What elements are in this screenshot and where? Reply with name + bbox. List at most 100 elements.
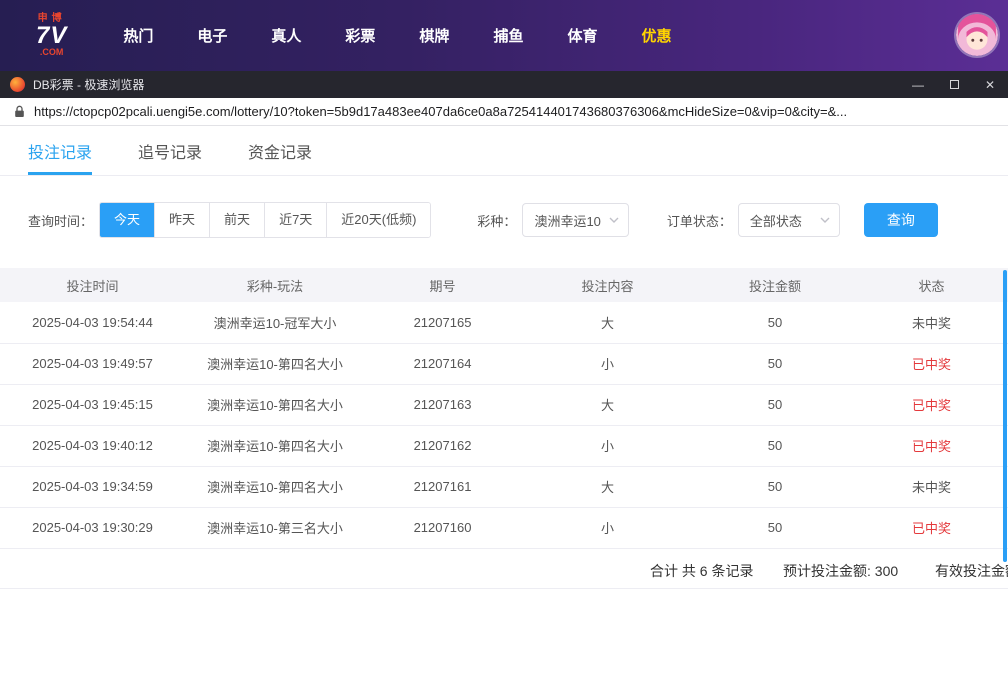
bet-content-cell: 小 xyxy=(520,343,695,384)
issue-cell: 21207165 xyxy=(365,302,520,343)
chevron-down-icon xyxy=(820,217,830,223)
issue-cell: 21207164 xyxy=(365,343,520,384)
summary-valid-amount: 有效投注金额 xyxy=(935,561,1008,581)
summary-expected-amount: 预计投注金额: 300 xyxy=(783,561,898,581)
issue-cell: 21207163 xyxy=(365,384,520,425)
table-summary: 合计 共 6 条记录 预计投注金额: 300 有效投注金额 xyxy=(0,549,1008,589)
vertical-scrollbar[interactable] xyxy=(1003,270,1007,562)
bet-content-cell: 小 xyxy=(520,425,695,466)
time-filter-label: 查询时间： xyxy=(28,211,93,230)
game-play-cell: 澳洲幸运10-冠军大小 xyxy=(185,302,365,343)
maximize-icon xyxy=(950,80,959,89)
browser-app-icon xyxy=(10,77,25,92)
browser-titlebar: DB彩票 - 极速浏览器 — ✕ xyxy=(0,71,1008,98)
time-option-20days[interactable]: 近20天(低频) xyxy=(326,203,430,237)
tab-fund-records[interactable]: 资金记录 xyxy=(248,126,312,175)
bet-time-cell: 2025-04-03 19:45:15 xyxy=(0,384,185,425)
window-controls: — ✕ xyxy=(900,71,1008,98)
bet-content-cell: 小 xyxy=(520,507,695,548)
site-logo[interactable]: 申博 7V .COM xyxy=(36,14,67,57)
time-option-yesterday[interactable]: 昨天 xyxy=(154,203,209,237)
table-header-row: 投注时间 彩种-玩法 期号 投注内容 投注金额 状态 xyxy=(0,268,1008,302)
nav-item-cards[interactable]: 棋牌 xyxy=(397,25,471,46)
status-cell: 已中奖 xyxy=(855,507,1008,548)
bet-content-cell: 大 xyxy=(520,466,695,507)
table-row: 2025-04-03 19:40:12澳洲幸运10-第四名大小21207162小… xyxy=(0,425,1008,466)
close-button[interactable]: ✕ xyxy=(972,71,1008,98)
tab-bet-records[interactable]: 投注记录 xyxy=(28,126,92,175)
nav-item-lottery[interactable]: 彩票 xyxy=(323,25,397,46)
nav-item-sports[interactable]: 体育 xyxy=(545,25,619,46)
status-cell: 已中奖 xyxy=(855,425,1008,466)
status-cell: 未中奖 xyxy=(855,302,1008,343)
status-filter-label: 订单状态： xyxy=(667,211,732,230)
issue-cell: 21207160 xyxy=(365,507,520,548)
table-row: 2025-04-03 19:49:57澳洲幸运10-第四名大小21207164小… xyxy=(0,343,1008,384)
header-bet-amount: 投注金额 xyxy=(695,268,855,302)
game-play-cell: 澳洲幸运10-第三名大小 xyxy=(185,507,365,548)
logo-suffix-text: .COM xyxy=(40,48,64,57)
table-row: 2025-04-03 19:54:44澳洲幸运10-冠军大小21207165大5… xyxy=(0,302,1008,343)
issue-cell: 21207161 xyxy=(365,466,520,507)
header-issue: 期号 xyxy=(365,268,520,302)
bet-content-cell: 大 xyxy=(520,302,695,343)
lottery-filter-label: 彩种： xyxy=(477,211,516,230)
header-game-play: 彩种-玩法 xyxy=(185,268,365,302)
header-bet-time: 投注时间 xyxy=(0,268,185,302)
summary-total: 合计 共 6 条记录 xyxy=(650,561,753,581)
status-cell: 已中奖 xyxy=(855,343,1008,384)
chevron-down-icon xyxy=(609,217,619,223)
time-option-daybefore[interactable]: 前天 xyxy=(209,203,264,237)
bet-amount-cell: 50 xyxy=(695,343,855,384)
bet-time-cell: 2025-04-03 19:54:44 xyxy=(0,302,185,343)
nav-item-slots[interactable]: 电子 xyxy=(175,25,249,46)
lock-icon xyxy=(14,105,25,118)
search-button[interactable]: 查询 xyxy=(864,203,938,237)
tab-chase-records[interactable]: 追号记录 xyxy=(138,126,202,175)
time-option-today[interactable]: 今天 xyxy=(100,203,154,237)
status-cell: 已中奖 xyxy=(855,384,1008,425)
time-option-7days[interactable]: 近7天 xyxy=(264,203,326,237)
nav-item-live[interactable]: 真人 xyxy=(249,25,323,46)
lottery-select[interactable]: 澳洲幸运10 xyxy=(522,203,628,237)
status-cell: 未中奖 xyxy=(855,466,1008,507)
user-avatar[interactable] xyxy=(956,14,998,56)
window-title: DB彩票 - 极速浏览器 xyxy=(33,76,144,93)
url-field[interactable]: https://ctopcp02pcali.uengi5e.com/lotter… xyxy=(34,104,994,119)
record-tabs: 投注记录 追号记录 资金记录 xyxy=(0,126,1008,176)
address-bar: https://ctopcp02pcali.uengi5e.com/lotter… xyxy=(0,98,1008,126)
nav-item-fishing[interactable]: 捕鱼 xyxy=(471,25,545,46)
bet-amount-cell: 50 xyxy=(695,384,855,425)
header-bet-content: 投注内容 xyxy=(520,268,695,302)
site-nav-menu: 热门 电子 真人 彩票 棋牌 捕鱼 体育 优惠 xyxy=(101,25,693,46)
table-row: 2025-04-03 19:45:15澳洲幸运10-第四名大小21207163大… xyxy=(0,384,1008,425)
time-filter-group: 今天 昨天 前天 近7天 近20天(低频) xyxy=(99,202,431,238)
logo-main-text: 7V xyxy=(36,24,67,48)
bet-amount-cell: 50 xyxy=(695,507,855,548)
game-play-cell: 澳洲幸运10-第四名大小 xyxy=(185,384,365,425)
bet-time-cell: 2025-04-03 19:34:59 xyxy=(0,466,185,507)
header-status: 状态 xyxy=(855,268,1008,302)
nav-item-promo[interactable]: 优惠 xyxy=(619,25,693,46)
issue-cell: 21207162 xyxy=(365,425,520,466)
game-play-cell: 澳洲幸运10-第四名大小 xyxy=(185,466,365,507)
maximize-button[interactable] xyxy=(936,71,972,98)
bet-time-cell: 2025-04-03 19:49:57 xyxy=(0,343,185,384)
filter-row: 查询时间： 今天 昨天 前天 近7天 近20天(低频) 彩种： 澳洲幸运10 订… xyxy=(28,202,1008,238)
bet-time-cell: 2025-04-03 19:40:12 xyxy=(0,425,185,466)
table-row: 2025-04-03 19:34:59澳洲幸运10-第四名大小21207161大… xyxy=(0,466,1008,507)
game-play-cell: 澳洲幸运10-第四名大小 xyxy=(185,425,365,466)
order-status-select[interactable]: 全部状态 xyxy=(738,203,840,237)
minimize-button[interactable]: — xyxy=(900,71,936,98)
table-row: 2025-04-03 19:30:29澳洲幸运10-第三名大小21207160小… xyxy=(0,507,1008,548)
order-status-value: 全部状态 xyxy=(750,211,802,230)
lottery-select-value: 澳洲幸运10 xyxy=(534,211,600,230)
avatar-image xyxy=(956,14,998,56)
bet-records-table: 投注时间 彩种-玩法 期号 投注内容 投注金额 状态 2025-04-03 19… xyxy=(0,268,1008,549)
bet-table-body: 2025-04-03 19:54:44澳洲幸运10-冠军大小21207165大5… xyxy=(0,302,1008,548)
bet-amount-cell: 50 xyxy=(695,425,855,466)
nav-item-hot[interactable]: 热门 xyxy=(101,25,175,46)
site-header: 申博 7V .COM 热门 电子 真人 彩票 棋牌 捕鱼 体育 优惠 xyxy=(0,0,1008,71)
bet-content-cell: 大 xyxy=(520,384,695,425)
game-play-cell: 澳洲幸运10-第四名大小 xyxy=(185,343,365,384)
